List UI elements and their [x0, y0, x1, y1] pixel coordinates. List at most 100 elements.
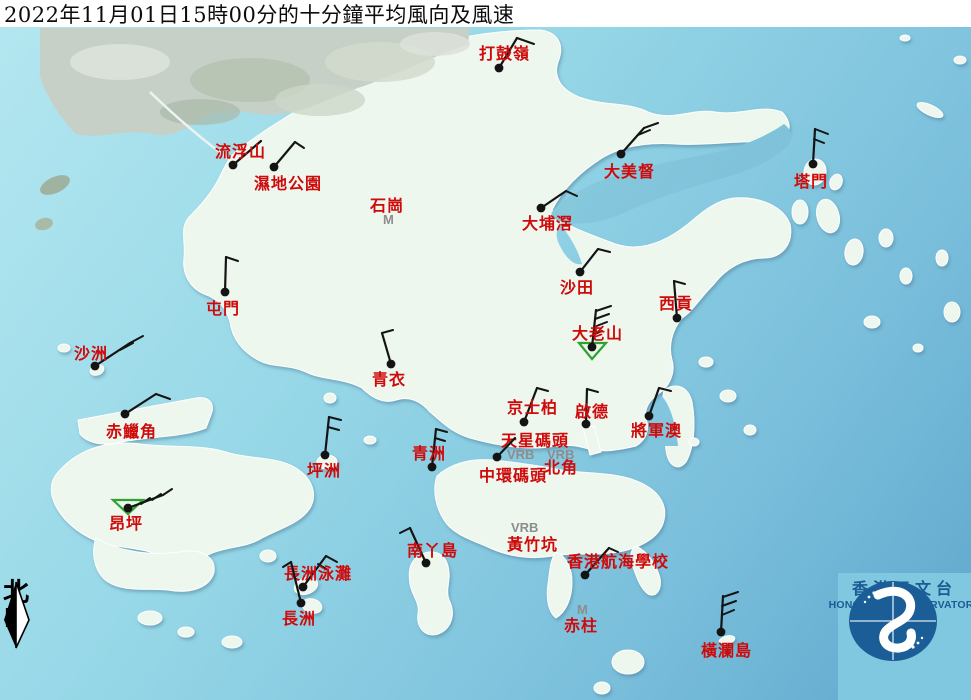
station-label-wetlandpark: 濕地公園 [254, 174, 322, 193]
station-label-laufaushan: 流浮山 [215, 142, 266, 161]
wind-barb-feather [435, 438, 445, 441]
wind-barb-feather [598, 249, 610, 252]
station-cheklapkok: 赤鱲角 [106, 394, 170, 441]
wind-barb-feather [382, 330, 393, 333]
station-label-shatin: 沙田 [560, 279, 594, 297]
station-shatin: 沙田 [560, 249, 610, 297]
station-saikung: 西貢 [659, 281, 693, 322]
station-dot [124, 504, 133, 513]
station-dot [229, 161, 238, 170]
station-label-tatescairn: 大老山 [572, 324, 623, 343]
wind-barb-staff [813, 129, 815, 164]
station-label-ngongping: 昂坪 [109, 515, 143, 533]
station-dot [809, 160, 818, 169]
station-shachau: 沙洲 [74, 336, 143, 370]
station-dot [537, 204, 546, 213]
station-label-tseungkwano: 將軍澳 [631, 421, 682, 440]
wind-barb-feather [329, 417, 341, 420]
station-tuenmun: 屯門 [206, 257, 240, 318]
station-dot [576, 268, 585, 277]
station-label-shachau: 沙洲 [74, 345, 108, 363]
station-dot [221, 288, 230, 297]
wind-barb-feather [328, 427, 339, 430]
wind-barb-feather [130, 336, 143, 343]
station-laufaushan: 流浮山 [215, 141, 266, 169]
station-label-tsingyi: 青衣 [372, 370, 406, 389]
station-label-kaitak: 啟德 [575, 402, 609, 421]
station-tatescairn: 大老山 [572, 306, 623, 359]
wind-barb-feather [659, 388, 671, 391]
wind-barb-staff [225, 257, 226, 292]
wind-barb-staff [274, 142, 295, 167]
wind-barb-feather [163, 489, 172, 495]
wind-barb-feather [566, 191, 577, 196]
station-tapmun: 塔門 [794, 129, 828, 191]
station-note-wongchukhang: VRB [511, 520, 538, 535]
station-label-lamma: 南丫島 [407, 541, 458, 560]
wind-barb-feather [815, 129, 828, 134]
station-dot [495, 64, 504, 73]
station-dot [270, 163, 279, 172]
station-dot [673, 314, 682, 323]
wind-barb-feather [814, 139, 824, 143]
wind-barb-feather [517, 38, 534, 44]
station-northpoint: 北角VRB [544, 447, 578, 477]
station-dot [321, 451, 330, 460]
station-seaschool: 香港航海學校 [566, 548, 669, 579]
station-label-pengchau: 坪洲 [307, 462, 341, 480]
station-note-northpoint: VRB [547, 447, 574, 462]
wind-barb-feather [400, 528, 410, 533]
wind-barb-feather [537, 388, 548, 391]
wind-barb-feather [674, 281, 685, 284]
station-label-greenisland: 青洲 [412, 444, 446, 463]
station-label-centralpier: 中環碼頭 [479, 466, 547, 485]
station-label-waglan: 橫瀾島 [701, 641, 752, 660]
station-dot [617, 150, 626, 159]
wind-barb-feather [156, 394, 170, 399]
station-dot [387, 360, 396, 369]
station-dot [493, 453, 502, 462]
stations-layer: 打鼓嶺流浮山濕地公園石崗M 大埔滘沙田 大美督 塔門屯門沙洲 西貢大老山青衣京士柏啟德將… [0, 0, 971, 700]
wind-barb-feather [723, 592, 738, 597]
hko-wind-map: 打鼓嶺流浮山濕地公園石崗M 大埔滘沙田 大美督 塔門屯門沙洲 西貢大老山青衣京士柏啟德將… [0, 0, 971, 700]
wind-barb-feather [609, 548, 618, 552]
station-ngongping: 昂坪 [109, 489, 172, 533]
title-bar: 2022年11月01日15時00分的十分鐘平均風向及風速 [0, 0, 971, 27]
wind-barb-feather [595, 314, 609, 319]
wind-barb-feather [226, 257, 238, 261]
station-dot [520, 418, 529, 427]
station-label-taipokau: 大埔滘 [522, 214, 573, 233]
station-dot [121, 410, 130, 419]
station-label-saikung: 西貢 [659, 295, 693, 313]
station-note-shekkong: M [383, 212, 394, 227]
station-lamma: 南丫島 [400, 528, 458, 567]
station-dot [588, 343, 597, 352]
station-wongchukhang: 黃竹坑VRB [506, 520, 558, 554]
station-kaitak: 啟德 [575, 389, 609, 428]
wind-barb-staff [621, 128, 644, 154]
station-taimeituk: 大美督 [604, 123, 658, 181]
station-takwuling: 打鼓嶺 [479, 38, 534, 72]
station-stanley: 赤柱M [564, 602, 598, 635]
station-dot [428, 463, 437, 472]
wind-barb-staff [125, 394, 156, 414]
wind-barb-feather [436, 429, 447, 432]
station-dot [581, 571, 590, 580]
station-tsingyi: 青衣 [372, 330, 406, 389]
station-label-cheungchau: 長洲 [282, 610, 316, 628]
station-label-taimeituk: 大美督 [604, 162, 655, 181]
station-shekkong: 石崗M [369, 196, 404, 227]
wind-barb-staff [325, 417, 329, 455]
wind-barb-feather [596, 306, 611, 311]
station-dot [297, 599, 306, 608]
station-dot [645, 412, 654, 421]
station-label-kingspark: 京士柏 [507, 398, 558, 417]
wind-barb-feather [587, 389, 598, 392]
wind-barb-staff [541, 191, 566, 208]
map-title: 2022年11月01日15時00分的十分鐘平均風向及風速 [0, 0, 514, 29]
station-greenisland: 青洲 [412, 429, 447, 471]
wind-barb-feather [326, 556, 337, 562]
wind-barb-feather [722, 601, 736, 606]
station-kingspark: 京士柏 [507, 388, 558, 426]
wind-barb-staff [382, 333, 391, 364]
